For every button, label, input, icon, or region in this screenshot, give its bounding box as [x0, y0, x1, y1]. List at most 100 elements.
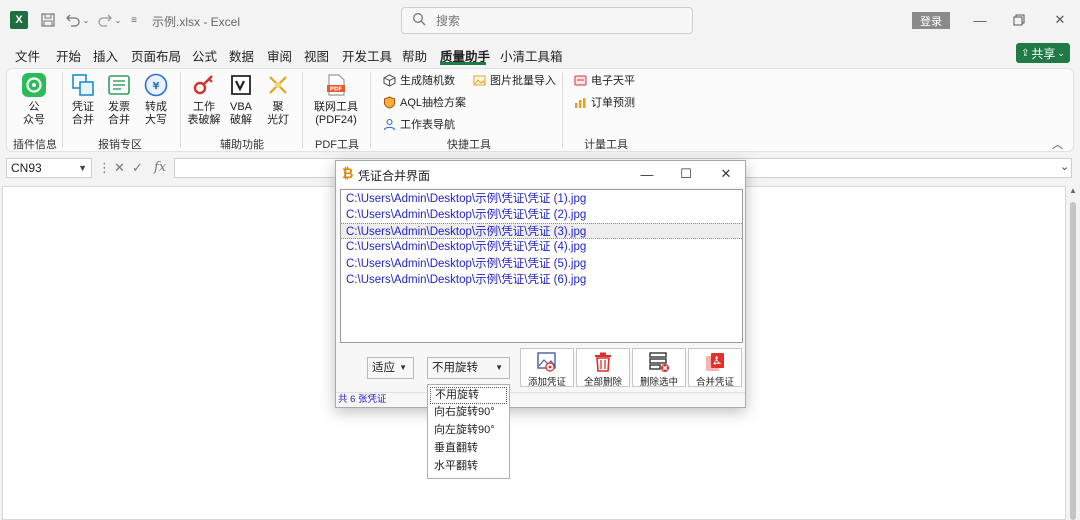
pdf24-label-2: (PDF24) [315, 114, 357, 126]
status-bar: 共 6 张凭证 [336, 392, 745, 408]
share-label: 共享 [1031, 46, 1056, 61]
image-import-button[interactable]: 图片批量导入 [472, 72, 556, 88]
random-number-label: 生成随机数 [400, 75, 455, 87]
confirm-icon[interactable]: ✓ [132, 160, 143, 176]
order-forecast-label: 订单预测 [591, 97, 635, 109]
add-image-icon [536, 351, 558, 373]
list-item-selected[interactable]: C:\Users\Admin\Desktop\示例\凭证\凭证 (3).jpg [341, 223, 742, 239]
scrollbar-thumb[interactable] [1070, 202, 1076, 520]
file-list[interactable]: C:\Users\Admin\Desktop\示例\凭证\凭证 (1).jpg … [340, 189, 743, 343]
menu-data[interactable]: 数据 [229, 46, 254, 65]
dialog-close-icon[interactable]: ✕ [715, 165, 737, 183]
list-item[interactable]: C:\Users\Admin\Desktop\示例\凭证\凭证 (2).jpg [341, 207, 742, 223]
spotlight-button[interactable]: 聚 光灯 [263, 72, 293, 127]
expand-formula-icon[interactable]: ⌄ [1060, 160, 1069, 173]
undo-dropdown-icon[interactable]: ⌄ [82, 10, 90, 30]
menu-page-layout[interactable]: 页面布局 [131, 46, 181, 65]
cancel-icon[interactable]: ✕ [114, 160, 125, 176]
delete-selected-button[interactable]: 删除选中 [632, 348, 686, 388]
menu-developer[interactable]: 开发工具 [342, 46, 392, 65]
forecast-icon [573, 95, 587, 109]
list-item[interactable]: C:\Users\Admin\Desktop\示例\凭证\凭证 (4).jpg [341, 239, 742, 255]
cube-icon [382, 73, 396, 87]
close-icon[interactable]: ✕ [1050, 10, 1070, 30]
fit-select-value: 适应 [372, 362, 395, 374]
voucher-merge-button[interactable]: 凭证 合并 [68, 72, 98, 127]
invoice-merge-label-2: 合并 [108, 114, 130, 126]
chevron-down-icon: ▼ [399, 363, 407, 372]
list-item[interactable]: C:\Users\Admin\Desktop\示例\凭证\凭证 (5).jpg [341, 256, 742, 272]
vertical-scrollbar[interactable]: ▲ [1068, 186, 1078, 520]
sheet-navigation-label: 工作表导航 [400, 119, 455, 131]
menu-review[interactable]: 审阅 [267, 46, 292, 65]
order-forecast-button[interactable]: 订单预测 [573, 94, 635, 110]
list-item[interactable]: C:\Users\Admin\Desktop\示例\凭证\凭证 (6).jpg [341, 272, 742, 288]
menu-xiaoqing-toolbox[interactable]: 小清工具箱 [500, 46, 563, 65]
undo-icon[interactable] [64, 10, 82, 30]
merge-voucher-label: 合并凭证 [695, 377, 734, 388]
collapse-ribbon-icon[interactable]: ︿ [1052, 136, 1063, 152]
merge-voucher-button[interactable]: 合并凭证 [688, 348, 742, 388]
insert-function-icon[interactable]: fx [154, 160, 166, 175]
delete-all-label: 全部删除 [583, 377, 622, 388]
dialog-minimize-icon[interactable]: — [636, 165, 658, 183]
search-box[interactable] [401, 7, 693, 34]
redo-dropdown-icon[interactable]: ⌄ [114, 10, 122, 30]
group-label-reimbursement: 报销专区 [98, 139, 142, 151]
pdf24-button[interactable]: PDF 联网工具 (PDF24) [311, 72, 361, 127]
menu-file[interactable]: 文件 [15, 46, 40, 65]
option-rotate-left-90[interactable]: 向左旋转90° [430, 423, 507, 440]
more-options-icon[interactable]: ⋮ [98, 160, 111, 176]
group-label-auxiliary: 辅助功能 [220, 139, 264, 151]
vba-crack-button[interactable]: VBA 破解 [226, 72, 256, 127]
dialog-app-icon: ₿ [342, 165, 354, 181]
voucher-count: 共 6 张凭证 [338, 394, 387, 405]
menu-insert[interactable]: 插入 [93, 46, 118, 65]
dialog-titlebar[interactable]: ₿ 凭证合并界面 — ☐ ✕ [336, 161, 745, 187]
share-button[interactable]: ⇪ 共享 ⌄ [1016, 43, 1070, 63]
search-icon [412, 12, 426, 29]
menu-help[interactable]: 帮助 [402, 46, 427, 65]
save-icon[interactable] [40, 10, 56, 30]
wechat-button[interactable]: 公 众号 [19, 72, 49, 127]
group-label-metrology: 计量工具 [584, 139, 628, 151]
option-no-rotation[interactable]: 不用旋转 [430, 387, 507, 404]
random-number-button[interactable]: 生成随机数 [382, 72, 455, 88]
scroll-up-icon[interactable]: ▲ [1068, 186, 1078, 195]
chevron-down-icon[interactable]: ▼ [78, 159, 87, 177]
menu-home[interactable]: 开始 [56, 46, 81, 65]
trash-icon [592, 351, 614, 373]
aql-plan-button[interactable]: AQL抽检方案 [382, 94, 466, 110]
list-item[interactable]: C:\Users\Admin\Desktop\示例\凭证\凭证 (1).jpg [341, 191, 742, 207]
rotate-select[interactable]: 不用旋转 ▼ [427, 357, 510, 379]
option-flip-horizontal[interactable]: 水平翻转 [430, 459, 507, 476]
customize-toolbar-icon[interactable]: ≡ [128, 10, 140, 30]
delete-selected-label: 删除选中 [639, 377, 678, 388]
redo-icon[interactable] [96, 10, 114, 30]
option-flip-vertical[interactable]: 垂直翻转 [430, 441, 507, 458]
add-voucher-button[interactable]: 添加凭证 [520, 348, 574, 388]
fit-select[interactable]: 适应 ▼ [367, 357, 414, 379]
spotlight-label-2: 光灯 [267, 114, 289, 126]
electronic-balance-button[interactable]: 电子天平 [573, 72, 635, 88]
invoice-merge-button[interactable]: 发票 合并 [104, 72, 134, 127]
login-button[interactable]: 登录 [912, 12, 950, 29]
delete-all-button[interactable]: 全部删除 [576, 348, 630, 388]
ribbon-separator [370, 72, 371, 148]
search-input[interactable] [436, 11, 676, 30]
restore-icon[interactable] [1009, 10, 1029, 30]
wechat-label-2: 众号 [23, 114, 45, 126]
menu-view[interactable]: 视图 [304, 46, 329, 65]
option-rotate-right-90[interactable]: 向右旋转90° [430, 405, 507, 422]
name-box[interactable]: CN93 ▼ [6, 158, 92, 178]
sheet-crack-button[interactable]: 工作 表破解 [187, 72, 221, 127]
sheet-navigation-button[interactable]: 工作表导航 [382, 116, 455, 132]
uppercase-button[interactable]: ¥ 转成 大写 [141, 72, 171, 127]
dialog-maximize-icon[interactable]: ☐ [675, 165, 697, 183]
menu-bar: 文件 开始 插入 页面布局 公式 数据 审阅 视图 开发工具 帮助 质量助手 小… [0, 40, 1080, 66]
menu-formulas[interactable]: 公式 [192, 46, 217, 65]
minimize-icon[interactable]: — [970, 10, 990, 30]
spotlight-label-1: 聚 [272, 101, 284, 113]
vba-crack-label-1: VBA [229, 101, 252, 113]
user-icon [382, 117, 396, 131]
